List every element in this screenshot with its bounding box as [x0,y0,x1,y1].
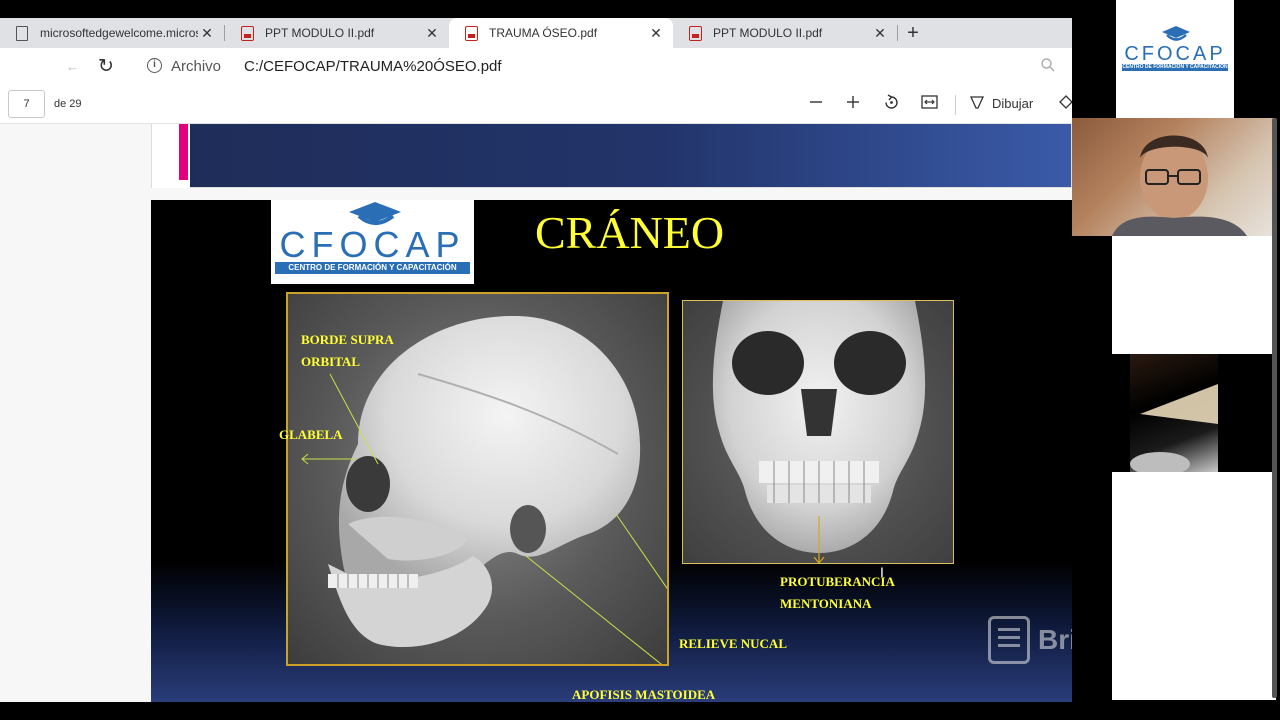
bottom-bar [0,702,1280,720]
tab-label: PPT MODULO II.pdf [713,26,823,40]
label-relieve-nucal: RELIEVE NUCAL [679,636,787,651]
label-apofisis-mastoidea: APOFISIS MASTOIDEA [572,687,716,702]
tab-ppt-modulo-ii[interactable]: PPT MODULO II.pdf ✕ [225,18,449,48]
slide-logo: CFOCAP CENTRO DE FORMACIÓN Y CAPACITACIÓ… [271,200,474,284]
presenter-video[interactable] [1072,118,1276,236]
skull-frontal-image [682,300,954,564]
back-arrow-icon[interactable]: ← [66,59,79,74]
panel-scrollbar[interactable] [1272,118,1277,698]
participant-panel: CFOCAP CENTRO DE FORMACIÓN Y CAPACITACIÓ… [1072,0,1280,720]
eraser-icon[interactable] [1058,94,1073,115]
pdf-viewer[interactable]: CFOCAP CENTRO DE FORMACIÓN Y CAPACITACIÓ… [0,124,1112,702]
tab-strip: microsoftedgewelcome.microsoft.com ✕ PPT… [0,18,1072,48]
close-icon[interactable]: ✕ [423,25,441,42]
logo-text: CFOCAP [279,224,466,265]
close-icon[interactable]: ✕ [647,25,665,42]
rotate-icon[interactable] [883,94,900,116]
zoom-icon[interactable] [1040,57,1056,77]
info-icon[interactable]: i [147,58,162,73]
participant-video[interactable] [1130,354,1218,472]
participant-tile[interactable] [1112,472,1276,700]
current-slide: CFOCAP CENTRO DE FORMACIÓN Y CAPACITACIÓ… [151,200,1112,702]
zoom-in-icon[interactable] [845,94,861,115]
screen: microsoftedgewelcome.microsoft.com ✕ PPT… [0,0,1280,720]
label-glabela: GLABELA [279,427,343,442]
tab-label: PPT MODULO II.pdf [265,26,375,40]
tab-edge-welcome[interactable]: microsoftedgewelcome.microsoft.com ✕ [0,18,224,48]
participant-logo-tile[interactable]: CFOCAP CENTRO DE FORMACIÓN Y CAPACITACIÓ… [1116,0,1234,118]
label-borde-supra-orbital: BORDE SUPRA ORBITAL [301,332,394,369]
page-count: de 29 [54,98,82,110]
url-scheme-label: Archivo [171,58,222,75]
label-protuberancia-mentoniana: PROTUBERANCIA MENTONIANA [780,574,895,611]
draw-button-label[interactable]: Dibujar [992,96,1033,111]
tab-ppt-modulo-ii-2[interactable]: PPT MODULO II.pdf ✕ [673,18,897,48]
close-icon[interactable]: ✕ [198,25,216,42]
text-cursor-icon: I [880,564,884,580]
fit-page-icon[interactable] [921,94,938,115]
participant-tile[interactable] [1112,236,1276,354]
pdf-icon [463,25,479,41]
close-icon[interactable]: ✕ [871,25,889,42]
url-input[interactable]: C:/CEFOCAP/TRAUMA%20ÓSEO.pdf [244,58,502,75]
previous-page-slide [151,124,1072,188]
slide-accent-bar [179,124,188,180]
new-tab-button[interactable]: + [898,18,928,48]
tab-trauma-oseo[interactable]: TRAUMA ÓSEO.pdf ✕ [449,18,673,48]
participant-logo-subtitle: CENTRO DE FORMACIÓN Y CAPACITACIÓN [1122,64,1228,70]
pdf-icon [239,25,255,41]
tab-label: TRAUMA ÓSEO.pdf [489,26,598,40]
zoom-out-icon[interactable] [808,94,824,115]
logo-subtitle: CENTRO DE FORMACIÓN Y CAPACITACIÓN [288,263,457,272]
participant-logo-text: CFOCAP [1124,43,1226,65]
page-number-input[interactable]: 7 [8,90,45,118]
slide-title: CRÁNEO [535,207,725,258]
document-icon [988,616,1030,664]
page-icon [14,25,30,41]
pdf-toolbar: 7 de 29 Dibujar [0,86,1073,124]
reload-icon[interactable]: ↻ [98,55,114,78]
address-bar: ← ↻ i Archivo C:/CEFOCAP/TRAUMA%20ÓSEO.p… [0,48,1072,86]
pdf-icon [687,25,703,41]
tab-label: microsoftedgewelcome.microsoft.com [40,26,198,40]
toolbar-divider [955,95,956,115]
draw-icon[interactable] [969,94,985,115]
